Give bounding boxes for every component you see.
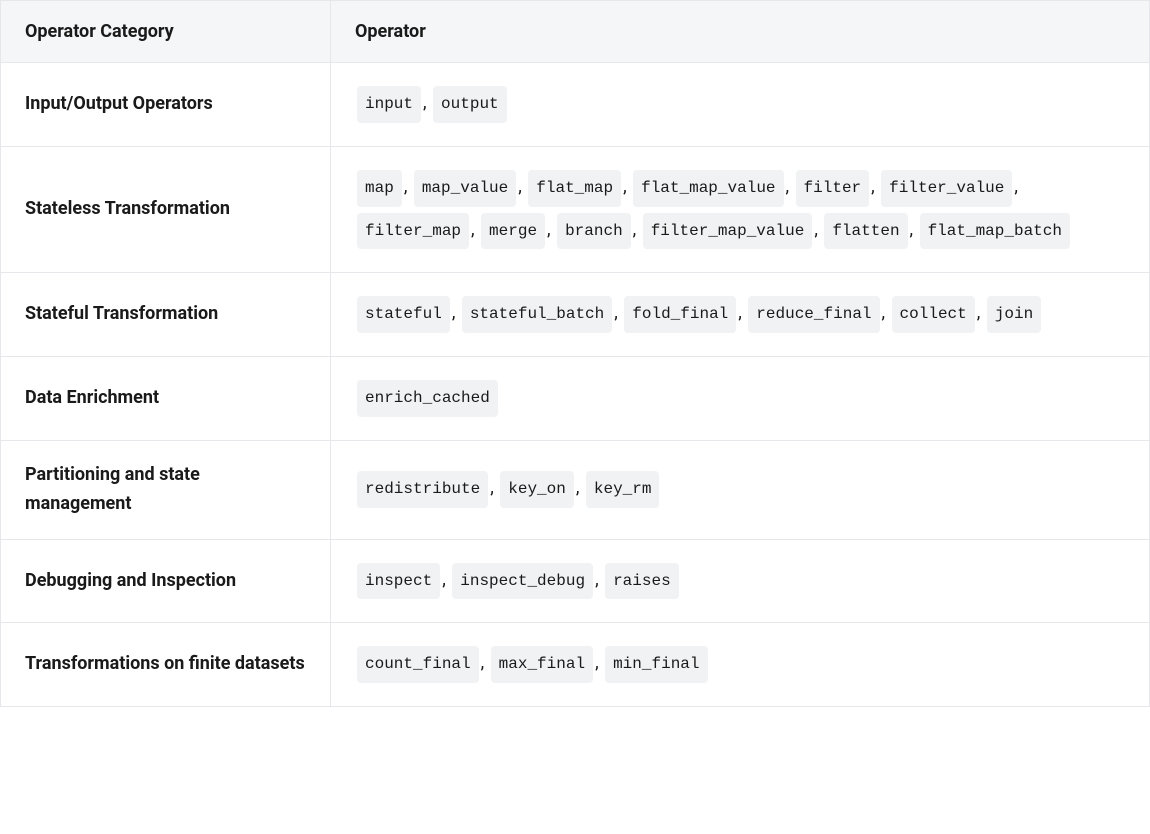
category-cell: Debugging and Inspection (1, 539, 331, 623)
operator-code: enrich_cached (357, 380, 498, 417)
table-row: Stateful Transformationstateful, statefu… (1, 273, 1150, 357)
separator: , (595, 652, 603, 673)
separator: , (786, 176, 794, 197)
separator: , (814, 219, 822, 240)
table-body: Input/Output Operatorsinput, outputState… (1, 63, 1150, 707)
operator-code: redistribute (357, 471, 488, 508)
operator-code: stateful_batch (462, 296, 612, 333)
operators-table: Operator Category Operator Input/Output … (0, 0, 1150, 707)
separator: , (404, 176, 412, 197)
operator-code: filter_map_value (643, 213, 813, 250)
separator: , (481, 652, 489, 673)
operators-cell: stateful, stateful_batch, fold_final, re… (331, 273, 1150, 357)
operator-code: branch (557, 213, 631, 250)
table-row: Data Enrichment enrich_cached (1, 357, 1150, 441)
operator-code: flat_map_value (633, 170, 783, 207)
operators-cell: count_final, max_final, min_final (331, 623, 1150, 707)
header-category: Operator Category (1, 1, 331, 63)
operator-code: filter_value (881, 170, 1012, 207)
separator: , (518, 176, 526, 197)
operator-code: collect (892, 296, 975, 333)
operator-code: flatten (824, 213, 907, 250)
table-row: Partitioning and state managementredistr… (1, 440, 1150, 539)
operator-code: inspect (357, 563, 440, 600)
operators-cell: enrich_cached (331, 357, 1150, 441)
operator-code: stateful (357, 296, 450, 333)
category-cell: Partitioning and state management (1, 440, 331, 539)
operator-code: min_final (605, 646, 707, 683)
operators-cell: map, map_value, flat_map, flat_map_value… (331, 146, 1150, 273)
header-operator: Operator (331, 1, 1150, 63)
category-cell: Data Enrichment (1, 357, 331, 441)
separator: , (623, 176, 631, 197)
separator: , (442, 569, 450, 590)
table-header-row: Operator Category Operator (1, 1, 1150, 63)
operator-code: map (357, 170, 402, 207)
separator: , (871, 176, 879, 197)
operator-code: merge (481, 213, 545, 250)
separator: , (910, 219, 918, 240)
separator: , (595, 569, 603, 590)
separator: , (423, 92, 431, 113)
operator-code: raises (605, 563, 679, 600)
operators-cell: inspect, inspect_debug, raises (331, 539, 1150, 623)
separator: , (490, 477, 498, 498)
separator: , (977, 302, 985, 323)
operator-code: reduce_final (748, 296, 879, 333)
separator: , (882, 302, 890, 323)
table-row: Input/Output Operatorsinput, output (1, 63, 1150, 147)
operator-code: map_value (414, 170, 516, 207)
separator: , (633, 219, 641, 240)
category-cell: Stateful Transformation (1, 273, 331, 357)
operators-cell: input, output (331, 63, 1150, 147)
category-cell: Input/Output Operators (1, 63, 331, 147)
category-cell: Transformations on finite datasets (1, 623, 331, 707)
separator: , (614, 302, 622, 323)
operator-code: max_final (491, 646, 593, 683)
separator: , (547, 219, 555, 240)
operator-code: key_rm (586, 471, 660, 508)
separator: , (1014, 176, 1018, 197)
operator-code: fold_final (624, 296, 736, 333)
operator-code: output (433, 86, 507, 123)
separator: , (452, 302, 460, 323)
operator-code: flat_map (528, 170, 621, 207)
operator-code: count_final (357, 646, 479, 683)
operator-code: filter_map (357, 213, 469, 250)
table-row: Transformations on finite datasetscount_… (1, 623, 1150, 707)
table-row: Debugging and Inspectioninspect, inspect… (1, 539, 1150, 623)
separator: , (738, 302, 746, 323)
operator-code: key_on (500, 471, 574, 508)
category-cell: Stateless Transformation (1, 146, 331, 273)
operators-cell: redistribute, key_on, key_rm (331, 440, 1150, 539)
operator-code: filter (796, 170, 870, 207)
operator-code: join (987, 296, 1041, 333)
separator: , (576, 477, 584, 498)
operator-code: inspect_debug (452, 563, 593, 600)
operator-code: flat_map_batch (920, 213, 1070, 250)
table-row: Stateless Transformationmap, map_value, … (1, 146, 1150, 273)
operator-code: input (357, 86, 421, 123)
separator: , (471, 219, 479, 240)
